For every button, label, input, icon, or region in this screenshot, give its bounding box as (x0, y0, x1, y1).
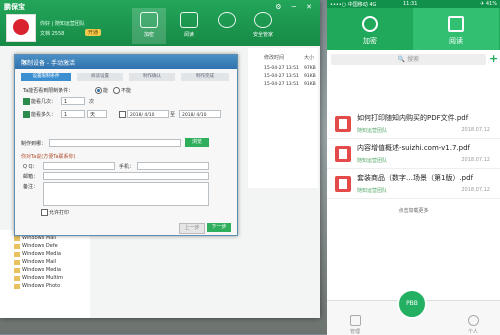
step-3: 制作确认 (129, 73, 175, 81)
phone-footer: 管理 PBB 个人 (327, 289, 500, 335)
user-greeting[interactable]: 你好 | 随知运营团队 (40, 20, 85, 27)
globe-icon (218, 12, 236, 28)
times-input[interactable]: 1 (61, 97, 85, 105)
list-item[interactable]: 如何打印随知内购买的PDF文件.pdf 随知运营团队 2018.07.12 (327, 110, 500, 139)
condition-label: Ta能否看到限制条件： (23, 88, 74, 94)
times-checkbox[interactable] (23, 98, 30, 105)
browse-button[interactable]: 浏览 (185, 138, 209, 147)
step-4: 制作完成 (181, 73, 229, 81)
window-controls[interactable]: ⚙ ─ ✕ (275, 3, 316, 11)
phone-status-bar: ••••○ 中国移动 4G 11:31 ✈ 41% (327, 0, 500, 8)
unit-select[interactable]: 天 (87, 110, 107, 118)
qq-input[interactable] (43, 162, 115, 170)
phone-input[interactable] (137, 162, 209, 170)
file-list: 修改时间 大小 15-04-27 13:51 97KB 15-04-27 13:… (248, 48, 318, 188)
close-icon[interactable]: ✕ (21, 58, 233, 67)
pbb-button[interactable]: PBB (397, 289, 427, 319)
tree-item[interactable]: Windows Mail (22, 259, 56, 265)
app-header: 鹏保宝 你好 | 随知运营团队 文档 2558 开通 加密 阅读 安全管家 ⚙ … (0, 0, 320, 46)
folder-icon (14, 244, 20, 249)
folder-icon (14, 276, 20, 281)
list-row[interactable]: 15-04-27 13:51 (264, 82, 299, 87)
list-item[interactable]: 套装商品（数字…场景（第1版）.pdf 随知运营团队 2018.07.12 (327, 170, 500, 199)
tree-item[interactable]: Windows Photo (22, 283, 60, 289)
tree-item[interactable]: Windows Media (22, 251, 61, 257)
pdf-icon (335, 176, 351, 192)
pdf-icon (335, 146, 351, 162)
footer-profile[interactable]: 个人 (453, 315, 493, 335)
book-icon (448, 16, 464, 32)
tab-read[interactable]: 阅读 (413, 8, 499, 50)
shield-icon (254, 12, 272, 28)
tree-item[interactable]: Windows Multim (22, 275, 63, 281)
list-row[interactable]: 15-04-27 13:51 (264, 74, 299, 79)
allow-print-checkbox[interactable] (41, 209, 48, 216)
step-2: 阅读设置 (77, 73, 123, 81)
date-checkbox[interactable] (119, 111, 126, 118)
tree-item[interactable]: Windows Media (22, 267, 61, 273)
search-input[interactable]: 🔍 搜索 (331, 54, 486, 65)
prev-button[interactable]: 上一步 (179, 223, 205, 234)
save-path-label: 制作到哪： (21, 141, 47, 147)
lock-icon (362, 16, 378, 32)
folder-tree: Windows Mail Windows Defe Windows Media … (0, 230, 90, 318)
list-item[interactable]: 内容增值概述-suizhi.com-v1.7.pdf 随知运营团队 2018.0… (327, 140, 500, 169)
folder-icon (14, 252, 20, 257)
app-title: 鹏保宝 (4, 3, 25, 11)
folder-icon (14, 268, 20, 273)
nav-security[interactable]: 安全管家 (246, 8, 280, 44)
nav-read[interactable]: 阅读 (172, 8, 206, 44)
save-path-input[interactable] (49, 139, 181, 147)
step-1: 设置限制条件 (21, 73, 71, 81)
next-button[interactable]: 下一步 (207, 223, 231, 232)
folder-icon (14, 236, 20, 241)
radio-no[interactable] (113, 87, 120, 94)
nav-globe[interactable] (210, 8, 244, 44)
list-header: 修改时间 大小 (264, 55, 315, 61)
app-logo (6, 14, 36, 42)
doc-count: 文档 2558 (40, 31, 65, 37)
note-textarea[interactable] (43, 182, 209, 206)
footer-manage[interactable]: 管理 (335, 315, 375, 335)
tree-item[interactable]: Windows Defe (22, 243, 58, 249)
user-icon (467, 315, 479, 326)
folder-icon (140, 12, 158, 28)
days-checkbox[interactable] (23, 111, 30, 118)
add-icon[interactable]: + (489, 52, 498, 65)
book-icon (180, 12, 198, 28)
days-input[interactable]: 1 (61, 110, 85, 118)
date-from[interactable]: 2018/ 4/10 (127, 110, 169, 118)
nav-encrypt[interactable]: 加密 (132, 8, 166, 44)
restrict-device-dialog: 限制设备 - 手动激活 ✕ 设置限制条件 阅读设置 制作确认 制作完成 Ta能否… (14, 54, 238, 236)
contact-label: 你对Ta说(方便Ta联系你) (21, 154, 76, 160)
list-row[interactable]: 15-04-27 13:51 (264, 66, 299, 71)
manage-icon (349, 315, 361, 326)
dialog-titlebar: 限制设备 - 手动激活 ✕ (15, 55, 237, 69)
email-input[interactable] (43, 172, 209, 180)
phone-screen: ••••○ 中国移动 4G 11:31 ✈ 41% 加密 阅读 🔍 搜索 + 如… (327, 0, 500, 335)
tab-encrypt[interactable]: 加密 (327, 8, 413, 50)
pdf-icon (335, 116, 351, 132)
open-badge[interactable]: 开通 (85, 29, 102, 36)
load-more-link[interactable]: 点击加载更多 (327, 207, 500, 214)
folder-icon (14, 284, 20, 289)
radio-yes[interactable] (95, 87, 102, 94)
date-to[interactable]: 2018/ 4/10 (179, 110, 221, 118)
folder-icon (14, 260, 20, 265)
